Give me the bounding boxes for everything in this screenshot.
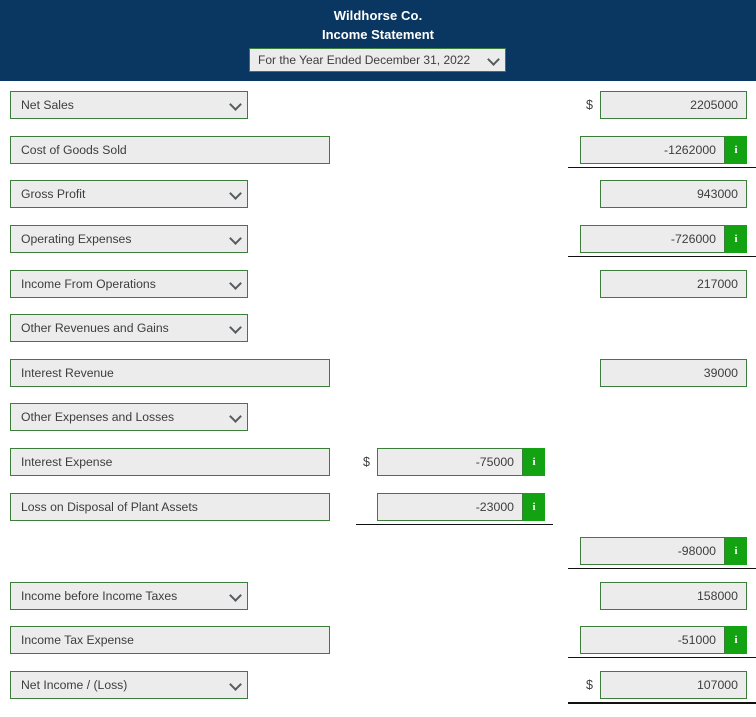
account-name-input[interactable]: Interest Expense	[10, 448, 330, 476]
statement-row: Loss on Disposal of Plant Assets -23000 i	[0, 492, 756, 521]
chevron-down-icon	[231, 279, 240, 288]
company-name: Wildhorse Co.	[333, 8, 423, 23]
chevron-down-icon	[231, 412, 240, 421]
currency-symbol: $	[586, 678, 593, 693]
account-select[interactable]: Other Expenses and Losses	[10, 403, 248, 432]
amount-input[interactable]: 39000	[600, 358, 747, 387]
statement-row: Interest Expense $ -75000 i	[0, 448, 756, 476]
account-select[interactable]: Gross Profit	[10, 180, 248, 209]
account-name-input[interactable]: Income Tax Expense	[10, 626, 330, 655]
amount-input[interactable]: -23000	[377, 492, 523, 521]
subtotal-rule	[356, 523, 553, 525]
amount-input[interactable]: -51000	[580, 626, 725, 655]
chevron-down-icon	[231, 591, 240, 600]
account-name-input[interactable]: Interest Revenue	[10, 358, 330, 387]
statement-row: Income From Operations 217000	[0, 269, 756, 298]
info-icon-button[interactable]: i	[725, 135, 747, 164]
account-select-value: Net Sales	[21, 98, 74, 112]
account-select[interactable]: Income From Operations	[10, 269, 248, 298]
statement-header: Wildhorse Co. Income Statement For the Y…	[0, 0, 756, 81]
subtotal-rule	[568, 166, 756, 168]
statement-row: Gross Profit 943000	[0, 180, 756, 209]
statement-row: Interest Revenue 39000	[0, 358, 756, 387]
currency-symbol: $	[363, 455, 370, 469]
statement-title: Income Statement	[322, 27, 434, 42]
statement-row: Net Income / (Loss) $107000	[0, 671, 756, 700]
subtotal-rule	[568, 568, 756, 570]
chevron-down-icon	[231, 323, 240, 332]
info-icon-button[interactable]: i	[725, 537, 747, 566]
account-select[interactable]: Income before Income Taxes	[10, 581, 248, 610]
chevron-down-icon	[231, 234, 240, 243]
income-statement-worksheet: Wildhorse Co. Income Statement For the Y…	[0, 0, 756, 717]
statement-row: Other Revenues and Gains	[0, 314, 756, 343]
amount-input[interactable]: 2205000	[600, 91, 747, 119]
statement-row: -98000 i	[0, 537, 756, 566]
info-icon-button[interactable]: i	[523, 448, 545, 476]
period-select-value: For the Year Ended December 31, 2022	[258, 53, 471, 67]
subtotal-rule	[568, 255, 756, 257]
amount-input[interactable]: -98000	[580, 537, 725, 566]
amount-input[interactable]: -75000	[377, 448, 523, 476]
account-select-value: Other Expenses and Losses	[21, 410, 175, 425]
info-icon-button[interactable]: i	[725, 224, 747, 253]
statement-row: Income before Income Taxes 158000	[0, 581, 756, 610]
account-select-value: Income before Income Taxes	[21, 588, 178, 603]
amount-input[interactable]: -1262000	[580, 135, 725, 164]
amount-input[interactable]: 107000	[600, 671, 747, 700]
account-select[interactable]: Net Income / (Loss)	[10, 671, 248, 700]
chevron-down-icon	[489, 55, 498, 64]
account-select-value: Other Revenues and Gains	[21, 321, 169, 336]
info-icon-button[interactable]: i	[523, 492, 545, 521]
account-select[interactable]: Other Revenues and Gains	[10, 314, 248, 343]
amount-input[interactable]: 943000	[600, 180, 747, 209]
currency-symbol: $	[586, 98, 593, 112]
period-select[interactable]: For the Year Ended December 31, 2022	[249, 48, 506, 72]
amount-input[interactable]: 217000	[600, 269, 747, 298]
chevron-down-icon	[231, 189, 240, 198]
chevron-down-icon	[231, 100, 240, 109]
info-icon-button[interactable]: i	[725, 626, 747, 655]
statement-row: Net Sales $2205000	[0, 91, 756, 119]
chevron-down-icon	[231, 680, 240, 689]
account-select[interactable]: Operating Expenses	[10, 224, 248, 253]
amount-input[interactable]: 158000	[600, 581, 747, 610]
statement-row: Other Expenses and Losses	[0, 403, 756, 432]
account-select-value: Gross Profit	[21, 187, 86, 202]
statement-row: Operating Expenses -726000 i	[0, 224, 756, 253]
statement-row: Income Tax Expense -51000 i	[0, 626, 756, 655]
account-select-value: Income From Operations	[21, 276, 156, 291]
subtotal-rule	[568, 702, 756, 705]
account-select-value: Operating Expenses	[21, 231, 132, 246]
amount-input[interactable]: -726000	[580, 224, 725, 253]
statement-row: Cost of Goods Sold -1262000 i	[0, 135, 756, 164]
subtotal-rule	[568, 657, 756, 659]
account-select-value: Net Income / (Loss)	[21, 678, 128, 693]
account-name-input[interactable]: Cost of Goods Sold	[10, 135, 330, 164]
account-select[interactable]: Net Sales	[10, 91, 248, 119]
account-name-input[interactable]: Loss on Disposal of Plant Assets	[10, 492, 330, 521]
